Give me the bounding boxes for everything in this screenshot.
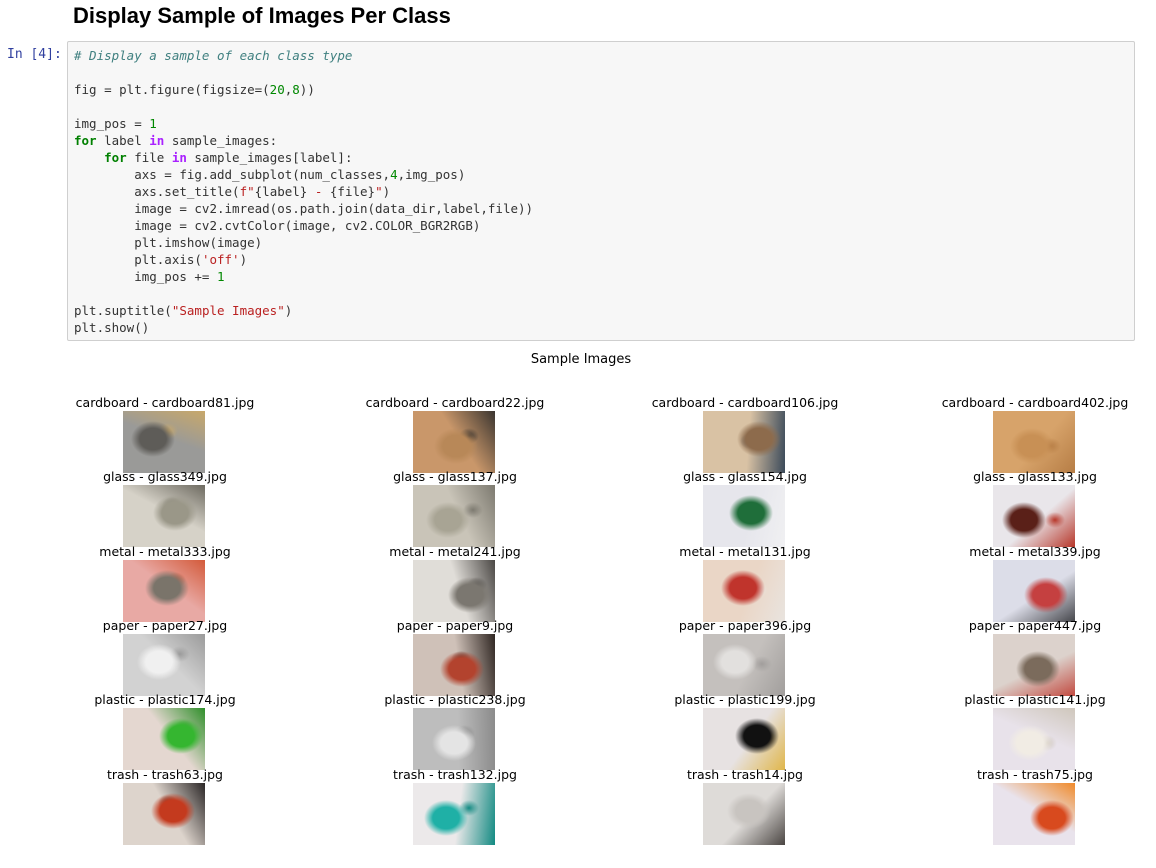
sample-image <box>413 634 495 696</box>
sample-image <box>123 485 205 547</box>
subplot-title: glass - glass349.jpg <box>103 469 227 484</box>
subplot-panel: cardboard - cardboard402.jpg <box>890 395 1156 473</box>
sample-image <box>703 708 785 770</box>
subplot-panel: metal - metal131.jpg <box>600 544 890 622</box>
subplot-title: metal - metal131.jpg <box>679 544 811 559</box>
subplot-panel: cardboard - cardboard81.jpg <box>20 395 310 473</box>
subplot-panel: glass - glass137.jpg <box>310 469 600 547</box>
sample-image <box>413 783 495 845</box>
subplot-panel: plastic - plastic238.jpg <box>310 692 600 770</box>
subplot-title: metal - metal339.jpg <box>969 544 1101 559</box>
subplot-panel: plastic - plastic174.jpg <box>20 692 310 770</box>
subplot-panel: paper - paper9.jpg <box>310 618 600 696</box>
subplot-title: paper - paper9.jpg <box>396 618 514 633</box>
subplot-title: cardboard - cardboard22.jpg <box>365 395 545 410</box>
subplot-title: cardboard - cardboard81.jpg <box>75 395 255 410</box>
sample-image <box>123 708 205 770</box>
subplot-title: metal - metal333.jpg <box>99 544 231 559</box>
subplot-panel: trash - trash63.jpg <box>20 767 310 845</box>
sample-image <box>703 485 785 547</box>
subplot-panel: glass - glass349.jpg <box>20 469 310 547</box>
subplot-panel: plastic - plastic141.jpg <box>890 692 1156 770</box>
subplot-title: cardboard - cardboard402.jpg <box>941 395 1129 410</box>
subplot-title: metal - metal241.jpg <box>389 544 521 559</box>
sample-image <box>123 560 205 622</box>
sample-image <box>413 411 495 473</box>
subplot-title: plastic - plastic141.jpg <box>964 692 1106 707</box>
sample-image <box>703 560 785 622</box>
subplot-title: paper - paper396.jpg <box>678 618 812 633</box>
subplot-title: trash - trash75.jpg <box>977 767 1093 782</box>
subplot-title: cardboard - cardboard106.jpg <box>651 395 839 410</box>
subplot-panel: trash - trash132.jpg <box>310 767 600 845</box>
sample-image <box>703 783 785 845</box>
subplot-panel: plastic - plastic199.jpg <box>600 692 890 770</box>
sample-image <box>123 783 205 845</box>
subplot-panel: cardboard - cardboard22.jpg <box>310 395 600 473</box>
sample-image <box>413 485 495 547</box>
sample-image <box>123 411 205 473</box>
subplot-panel: paper - paper27.jpg <box>20 618 310 696</box>
subplot-panel: metal - metal333.jpg <box>20 544 310 622</box>
sample-image <box>993 411 1075 473</box>
subplot-title: paper - paper447.jpg <box>968 618 1102 633</box>
subplot-title: glass - glass133.jpg <box>973 469 1097 484</box>
subplot-panel: trash - trash14.jpg <box>600 767 890 845</box>
subplot-title: plastic - plastic238.jpg <box>384 692 526 707</box>
subplot-panel: glass - glass133.jpg <box>890 469 1156 547</box>
sample-image <box>993 708 1075 770</box>
sample-image <box>993 634 1075 696</box>
subplot-title: glass - glass137.jpg <box>393 469 517 484</box>
subplot-title: glass - glass154.jpg <box>683 469 807 484</box>
subplot-title: paper - paper27.jpg <box>102 618 228 633</box>
sample-image <box>993 485 1075 547</box>
subplot-title: trash - trash63.jpg <box>107 767 223 782</box>
sample-image <box>413 708 495 770</box>
subplot-panel: glass - glass154.jpg <box>600 469 890 547</box>
sample-image <box>703 411 785 473</box>
subplot-panel: trash - trash75.jpg <box>890 767 1156 845</box>
subplot-title: plastic - plastic174.jpg <box>94 692 236 707</box>
sample-image <box>993 783 1075 845</box>
subplot-title: plastic - plastic199.jpg <box>674 692 816 707</box>
subplot-title: trash - trash14.jpg <box>687 767 803 782</box>
subplot-panel: paper - paper447.jpg <box>890 618 1156 696</box>
sample-image <box>993 560 1075 622</box>
sample-image <box>123 634 205 696</box>
subplot-panel: cardboard - cardboard106.jpg <box>600 395 890 473</box>
sample-image <box>413 560 495 622</box>
subplot-title: trash - trash132.jpg <box>393 767 517 782</box>
subplot-panel: metal - metal241.jpg <box>310 544 600 622</box>
sample-image <box>703 634 785 696</box>
output-image-grid: cardboard - cardboard81.jpg cardboard - c… <box>0 0 1156 868</box>
subplot-panel: paper - paper396.jpg <box>600 618 890 696</box>
subplot-panel: metal - metal339.jpg <box>890 544 1156 622</box>
